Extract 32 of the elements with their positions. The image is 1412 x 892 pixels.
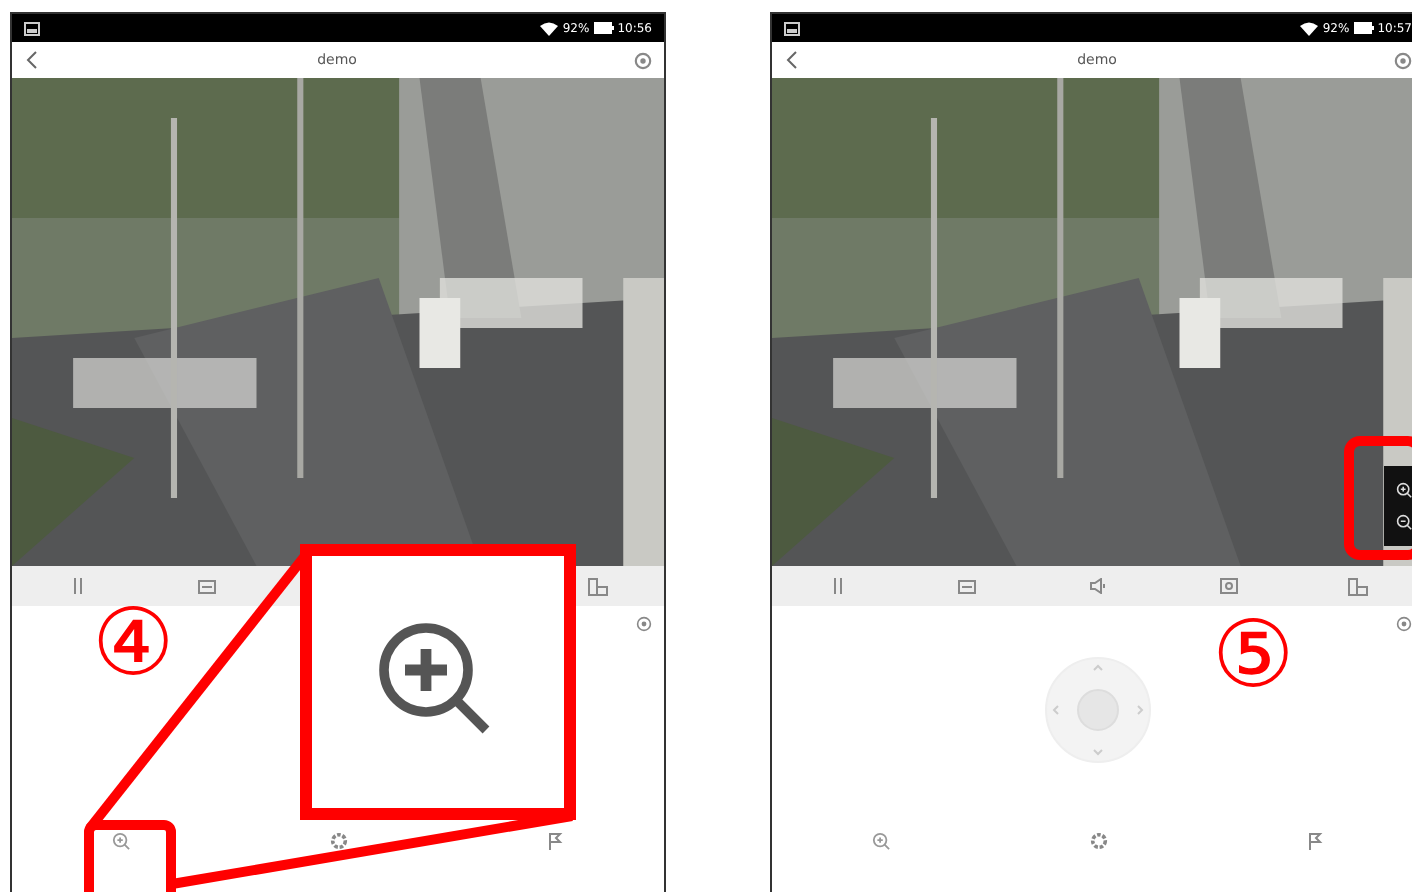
device-icon[interactable] xyxy=(588,577,609,595)
flag-icon[interactable] xyxy=(1307,831,1324,849)
film-icon[interactable] xyxy=(198,579,217,593)
gear-icon[interactable] xyxy=(1089,831,1107,849)
zoom-in-icon[interactable] xyxy=(1396,482,1412,498)
zoom-icon[interactable] xyxy=(871,831,890,849)
speaker-icon[interactable] xyxy=(1089,578,1107,594)
wifi-icon xyxy=(540,21,559,35)
image-icon xyxy=(784,21,800,35)
step-number: ④ xyxy=(92,596,175,688)
device-icon[interactable] xyxy=(1348,577,1369,595)
zoom-out-icon[interactable] xyxy=(1396,514,1412,530)
back-icon[interactable] xyxy=(24,50,40,70)
highlight-frame xyxy=(1344,436,1412,560)
battery-icon xyxy=(1353,22,1374,34)
zoom-icon[interactable] xyxy=(111,831,130,849)
camera-icon[interactable] xyxy=(1219,578,1238,594)
back-icon[interactable] xyxy=(784,50,800,70)
settings-icon[interactable] xyxy=(633,51,652,69)
gear-icon[interactable] xyxy=(329,831,347,849)
pause-icon[interactable] xyxy=(831,578,844,594)
step-number: ⑤ xyxy=(1212,608,1295,700)
flag-icon[interactable] xyxy=(547,831,564,849)
battery-icon xyxy=(593,22,614,34)
pause-icon[interactable] xyxy=(71,578,84,594)
wifi-icon xyxy=(1300,21,1319,35)
film-icon[interactable] xyxy=(958,579,977,593)
target-icon[interactable] xyxy=(636,616,652,632)
target-icon[interactable] xyxy=(1396,616,1412,632)
image-icon xyxy=(24,21,40,35)
settings-icon[interactable] xyxy=(1393,51,1412,69)
highlight-frame xyxy=(84,820,176,892)
